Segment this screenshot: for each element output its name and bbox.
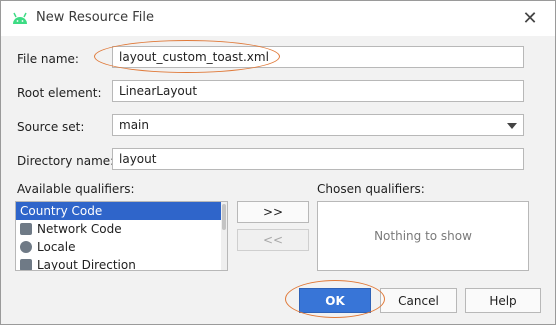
directory-name-label: Directory name: — [17, 154, 115, 168]
list-item-label: Network Code — [37, 222, 122, 236]
directory-name-field[interactable]: layout — [112, 148, 524, 170]
layout-direction-icon — [20, 259, 32, 270]
list-item[interactable]: Network Code — [16, 220, 227, 238]
source-set-value: main — [119, 118, 149, 132]
root-element-label: Root element: — [17, 86, 102, 100]
list-scrollbar[interactable] — [221, 202, 227, 270]
globe-icon — [20, 241, 32, 253]
close-icon[interactable]: ✕ — [519, 7, 541, 29]
help-button[interactable]: Help — [465, 288, 541, 313]
file-name-label: File name: — [17, 52, 79, 66]
chevron-down-icon[interactable] — [507, 123, 517, 129]
root-element-field[interactable]: LinearLayout — [112, 80, 524, 102]
android-icon — [13, 12, 27, 24]
source-set-select[interactable]: main — [112, 114, 524, 136]
list-item-label: Locale — [37, 240, 76, 254]
remove-qualifier-button[interactable]: << — [237, 229, 309, 251]
scrollbar-thumb[interactable] — [222, 204, 226, 230]
chosen-qualifiers-list[interactable]: Nothing to show — [317, 201, 529, 271]
list-item[interactable]: Country Code — [16, 202, 227, 220]
chosen-qualifiers-label: Chosen qualifiers: — [317, 182, 425, 196]
available-qualifiers-list[interactable]: Country Code Network Code Locale Layout … — [15, 201, 228, 271]
list-item[interactable]: Locale — [16, 238, 227, 256]
list-item[interactable]: Layout Direction — [16, 256, 227, 271]
new-resource-file-dialog: New Resource File ✕ File name: layout_cu… — [0, 0, 556, 325]
file-name-field[interactable]: layout_custom_toast.xml — [112, 46, 524, 68]
available-qualifiers-label: Available qualifiers: — [17, 182, 135, 196]
ok-button[interactable]: OK — [299, 288, 371, 313]
cancel-button[interactable]: Cancel — [380, 288, 457, 313]
dialog-title: New Resource File — [36, 10, 154, 25]
empty-state-text: Nothing to show — [374, 229, 472, 243]
source-set-label: Source set: — [17, 120, 85, 134]
title-bar: New Resource File ✕ — [1, 1, 555, 36]
add-qualifier-button[interactable]: >> — [237, 201, 309, 223]
network-code-icon — [20, 223, 32, 235]
list-item-label: Layout Direction — [37, 258, 136, 271]
list-item-label: Country Code — [20, 204, 103, 218]
